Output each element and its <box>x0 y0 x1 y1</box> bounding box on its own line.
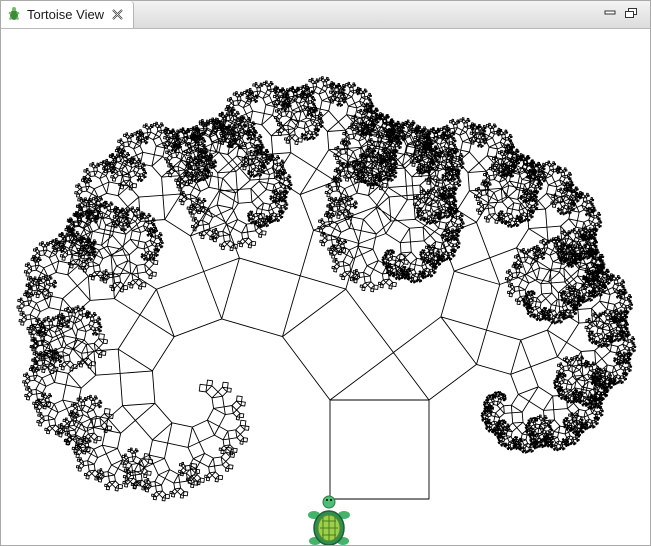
pythagoras-tree-drawing <box>16 76 637 545</box>
tree-lines <box>16 76 637 502</box>
minimize-icon[interactable] <box>603 7 617 19</box>
tortoise-icon <box>8 7 20 20</box>
tree-square-outlines <box>16 76 637 502</box>
turtle-sprite[interactable] <box>308 495 350 545</box>
tortoise-canvas[interactable] <box>1 29 650 545</box>
tab-title: Tortoise View <box>27 7 105 22</box>
tab-tortoise-view[interactable]: Tortoise View <box>1 1 134 28</box>
tortoise-view-window: Tortoise View <box>0 0 651 546</box>
close-icon[interactable] <box>111 8 124 21</box>
view-tab-bar: Tortoise View <box>1 1 650 29</box>
maximize-icon[interactable] <box>624 7 638 19</box>
